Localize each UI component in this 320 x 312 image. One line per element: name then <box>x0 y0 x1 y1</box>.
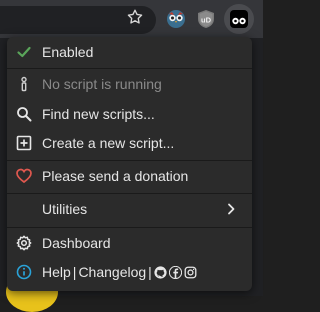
tampermonkey-button[interactable] <box>224 4 254 34</box>
utilities-submenu[interactable]: Utilities <box>7 195 252 223</box>
no-script-item: No script is running <box>7 70 252 98</box>
donation-item[interactable]: Please send a donation <box>7 162 252 190</box>
tampermonkey-icon <box>230 10 248 28</box>
donation-label: Please send a donation <box>42 168 189 184</box>
help-link[interactable]: Help <box>42 258 71 286</box>
heart-icon <box>16 168 32 184</box>
dashboard-label: Dashboard <box>42 235 111 251</box>
svg-text:uD: uD <box>201 16 212 25</box>
no-script-label: No script is running <box>42 76 162 92</box>
enabled-toggle[interactable]: Enabled <box>7 38 252 66</box>
enabled-label: Enabled <box>42 44 94 60</box>
search-icon <box>16 106 32 122</box>
help-changelog-item: Help | Changelog | <box>7 258 252 286</box>
find-new-scripts-item[interactable]: Find new scripts... <box>7 100 252 128</box>
chevron-right-icon <box>228 203 235 215</box>
checkmark-icon <box>16 44 32 60</box>
menu-divider <box>7 68 252 69</box>
plus-box-icon <box>16 135 32 151</box>
script-info-icon <box>16 76 32 92</box>
link-divider: | <box>148 264 152 280</box>
owl-extension-icon[interactable] <box>166 9 186 29</box>
instagram-icon[interactable] <box>184 266 197 279</box>
menu-divider <box>7 160 252 161</box>
facebook-icon[interactable] <box>168 265 182 279</box>
info-icon <box>16 264 32 280</box>
link-divider: | <box>72 264 77 280</box>
create-new-script-item[interactable]: Create a new script... <box>7 129 252 157</box>
star-outline-icon[interactable] <box>124 8 146 30</box>
menu-divider <box>7 193 252 194</box>
gear-icon <box>16 235 32 251</box>
browser-toolbar: uD <box>0 0 263 38</box>
utilities-label: Utilities <box>42 201 88 217</box>
menu-divider <box>7 227 252 228</box>
create-new-script-label: Create a new script... <box>42 135 175 151</box>
changelog-link[interactable]: Changelog <box>78 258 146 286</box>
help-links: Help | Changelog | <box>42 258 197 286</box>
bookmark-star-icon <box>127 9 143 24</box>
tampermonkey-popup-menu: Enabled No script is running Find new sc… <box>7 37 252 291</box>
dashboard-item[interactable]: Dashboard <box>7 229 252 257</box>
ublock-origin-icon[interactable]: uD <box>196 9 216 29</box>
find-new-scripts-label: Find new scripts... <box>42 106 155 122</box>
github-icon[interactable] <box>154 265 167 279</box>
